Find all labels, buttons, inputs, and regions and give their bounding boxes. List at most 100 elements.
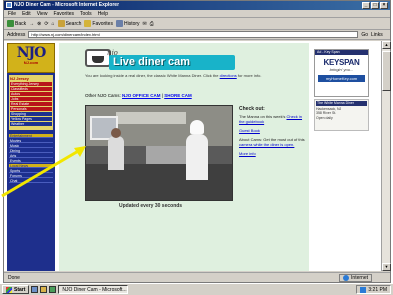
menu-favorites[interactable]: Favorites bbox=[53, 10, 74, 17]
keyspan-ad[interactable]: Ad - Key Span KEYSPAN bringin' you... my… bbox=[314, 49, 369, 97]
menu-help[interactable]: Help bbox=[98, 10, 108, 17]
quicklaunch-desktop-icon[interactable] bbox=[40, 286, 48, 293]
print-button[interactable]: ⎙ bbox=[150, 21, 154, 27]
nav-item[interactable]: Chat bbox=[9, 179, 53, 183]
nav-item[interactable]: Everything Jersey bbox=[10, 82, 52, 86]
address-bar: Address http://www.nj.com/dinercam/index… bbox=[4, 30, 390, 40]
nav-item[interactable]: Classifieds bbox=[10, 87, 52, 91]
minimize-button[interactable]: _ bbox=[362, 2, 370, 9]
guest-book-link[interactable]: Guest Book bbox=[239, 128, 260, 133]
scroll-down-arrow-icon[interactable]: ▼ bbox=[382, 263, 391, 271]
address-input[interactable]: http://www.nj.com/dinercam/index.html bbox=[28, 31, 359, 38]
nav-item[interactable]: Events bbox=[9, 159, 53, 163]
maximize-button[interactable]: □ bbox=[371, 2, 379, 9]
history-icon bbox=[115, 20, 123, 27]
quicklaunch-ie-icon[interactable] bbox=[31, 286, 39, 293]
nav-section-heading[interactable]: Entertainment bbox=[9, 134, 53, 138]
menu-tools[interactable]: Tools bbox=[80, 10, 92, 17]
back-label: Back bbox=[15, 20, 27, 27]
intro-tail: for more info. bbox=[237, 73, 262, 78]
nav-item[interactable]: Arts bbox=[9, 154, 53, 158]
page-title: Live diner cam bbox=[109, 55, 235, 70]
start-button[interactable]: Start bbox=[2, 285, 30, 294]
nav-item[interactable]: Personals bbox=[10, 107, 52, 111]
page-viewport: NJO NJ.com NJ Jersey Everything Jersey C… bbox=[4, 41, 381, 271]
window-controls: _ □ × bbox=[362, 2, 388, 9]
other-cams-label: Other NJO Cams: bbox=[85, 93, 121, 98]
diner-info-line: Open daily bbox=[316, 115, 333, 120]
scroll-thumb[interactable] bbox=[382, 51, 391, 91]
favorites-star-icon bbox=[84, 20, 92, 27]
address-label: Address bbox=[7, 31, 26, 38]
ad-brand: KEYSPAN bbox=[323, 58, 360, 67]
windows-logo-icon bbox=[6, 286, 12, 293]
history-button[interactable]: History bbox=[115, 20, 140, 27]
refresh-button[interactable]: ⟳ bbox=[44, 21, 48, 27]
nav-item[interactable]: Local News bbox=[9, 164, 53, 168]
shore-cam-link[interactable]: SHORE CAM bbox=[164, 93, 192, 98]
nav-item[interactable]: Shopping bbox=[10, 112, 52, 116]
quicklaunch-outlook-icon[interactable] bbox=[49, 286, 57, 293]
links-button[interactable]: Links bbox=[371, 32, 383, 38]
nav-item[interactable]: Weather bbox=[10, 122, 52, 126]
system-tray: 3:21 PM bbox=[356, 285, 391, 294]
home-button[interactable]: ⌂ bbox=[52, 21, 55, 27]
diner-info-box: The White Manna Diner Hackensack, NJ 358… bbox=[314, 99, 369, 131]
search-button[interactable]: Search bbox=[57, 20, 82, 27]
close-button[interactable]: × bbox=[380, 2, 388, 9]
nav-item[interactable]: Forums bbox=[9, 174, 53, 178]
globe-icon bbox=[343, 275, 350, 281]
directions-link[interactable]: directions bbox=[220, 73, 237, 78]
nav-item[interactable]: Jobs bbox=[10, 97, 52, 101]
ad-tagline: bringin' you... bbox=[329, 67, 354, 72]
search-label: Search bbox=[65, 20, 82, 27]
start-label: Start bbox=[14, 286, 26, 293]
nav-item[interactable]: Yellow Pages bbox=[10, 117, 52, 121]
go-button[interactable]: Go bbox=[361, 32, 368, 38]
logo-text: NJO bbox=[16, 45, 47, 61]
intro-body: You are looking inside a real diner, the… bbox=[85, 73, 219, 78]
network-icon bbox=[360, 286, 367, 293]
office-cam-link[interactable]: NJO OFFICE CAM bbox=[122, 93, 161, 98]
search-icon bbox=[57, 20, 65, 27]
scroll-up-arrow-icon[interactable]: ▲ bbox=[382, 41, 391, 49]
nav-item[interactable]: Movies bbox=[9, 139, 53, 143]
taskbar-ie-window[interactable]: NJO Diner Cam - Microsoft... bbox=[58, 285, 129, 294]
check-out-column: Check out: The Manna on this week's Chec… bbox=[239, 107, 307, 160]
diner-cam-banner: njo Live diner cam bbox=[85, 49, 235, 71]
history-label: History bbox=[123, 20, 140, 27]
stop-button[interactable]: ⊗ bbox=[37, 21, 41, 27]
mail-button[interactable]: ✉ bbox=[143, 21, 147, 27]
status-bar: Done Internet bbox=[4, 272, 390, 282]
clock: 3:21 PM bbox=[368, 286, 387, 293]
toolbar: Back → ⊗ ⟳ ⌂ Search Favorites History ✉ … bbox=[4, 18, 390, 30]
title-bar: NJO Diner Cam - Microsoft Internet Explo… bbox=[4, 1, 390, 10]
status-text: Done bbox=[8, 275, 20, 281]
more-info-link[interactable]: More info bbox=[239, 151, 256, 156]
menu-bar: File Edit View Favorites Tools Help bbox=[4, 10, 390, 18]
menu-edit[interactable]: Edit bbox=[22, 10, 31, 17]
favorites-label: Favorites bbox=[92, 20, 113, 27]
back-button[interactable]: Back bbox=[7, 20, 26, 27]
about-cams-link[interactable]: camera while the diner is open. bbox=[239, 142, 294, 147]
menu-file[interactable]: File bbox=[8, 10, 16, 17]
nav-list: Entertainment Movies Music Dining Arts E… bbox=[7, 132, 55, 186]
njo-logo[interactable]: NJO NJ.com bbox=[7, 43, 55, 73]
main-content: njo Live diner cam You are looking insid… bbox=[59, 43, 309, 271]
nav-item[interactable]: Autos bbox=[10, 92, 52, 96]
windows-taskbar: Start NJO Diner Cam - Microsoft... 3:21 … bbox=[0, 283, 393, 295]
menu-view[interactable]: View bbox=[37, 10, 48, 17]
ad-strip: Ad - Key Span bbox=[315, 50, 368, 55]
forward-button[interactable]: → bbox=[29, 21, 34, 27]
check-out-heading: Check out: bbox=[239, 106, 265, 112]
ad-domain: myHomeKey.com bbox=[318, 75, 365, 82]
ie-icon bbox=[6, 2, 12, 8]
security-zone: Internet bbox=[339, 274, 372, 282]
nav-item[interactable]: Music bbox=[9, 144, 53, 148]
nav-item[interactable]: Real Estate bbox=[10, 102, 52, 106]
logo-subtext: NJ.com bbox=[23, 60, 39, 65]
nav-item[interactable]: Dining bbox=[9, 149, 53, 153]
nav-item[interactable]: Sports bbox=[9, 169, 53, 173]
favorites-button[interactable]: Favorites bbox=[84, 20, 113, 27]
vertical-scrollbar[interactable]: ▲ ▼ bbox=[381, 41, 391, 271]
